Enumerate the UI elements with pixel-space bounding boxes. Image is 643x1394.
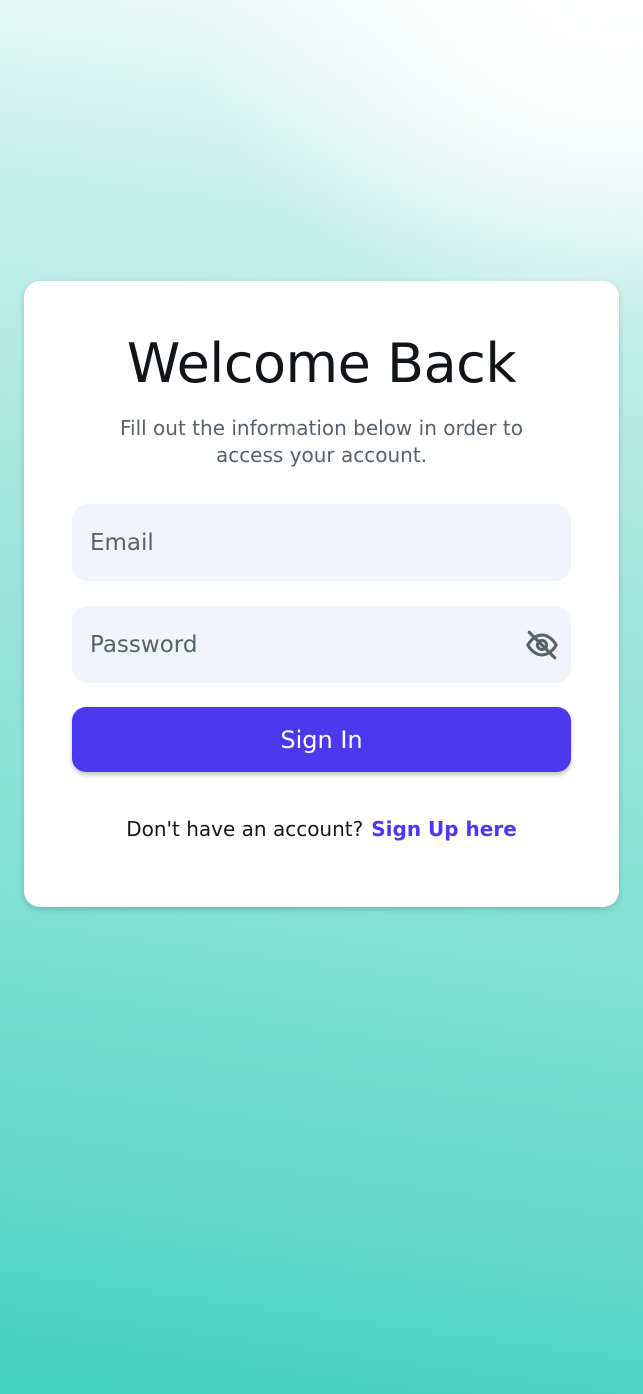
page-title: Welcome Back	[126, 332, 517, 395]
login-card: Welcome Back Fill out the information be…	[24, 281, 619, 907]
sign-up-link[interactable]: Sign Up here	[371, 817, 517, 841]
eye-off-icon[interactable]	[525, 628, 559, 662]
email-field-container	[72, 504, 571, 581]
password-field-container	[72, 606, 571, 683]
password-input[interactable]	[72, 606, 571, 683]
page-subtitle: Fill out the information below in order …	[119, 416, 524, 467]
signup-prompt: Don't have an account? Sign Up here	[24, 817, 619, 841]
email-input[interactable]	[72, 504, 571, 581]
sign-in-button[interactable]: Sign In	[72, 707, 571, 772]
signup-prompt-text: Don't have an account?	[126, 817, 364, 841]
